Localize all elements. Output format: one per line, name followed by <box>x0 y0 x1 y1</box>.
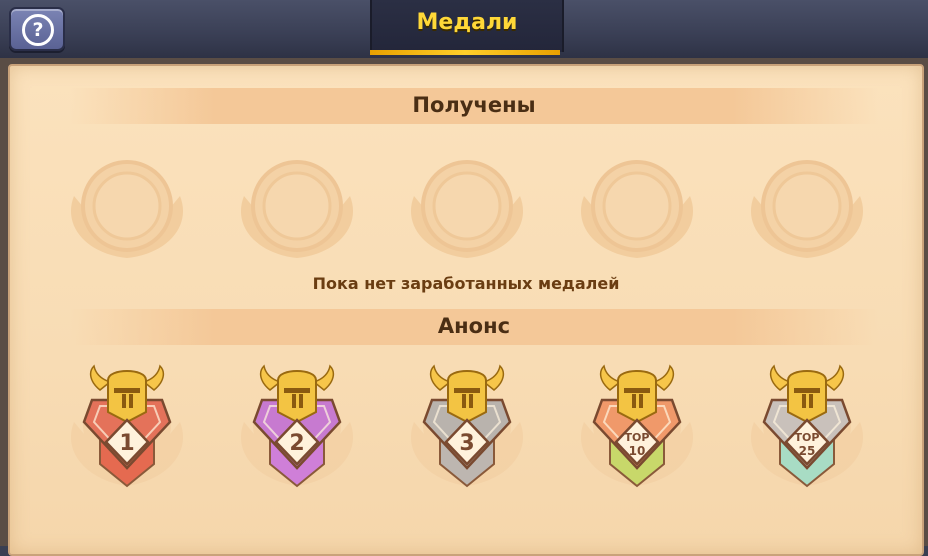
laurel-placeholder-icon <box>410 160 524 258</box>
empty-medal-slot <box>52 136 202 266</box>
tab-active-indicator <box>370 50 560 55</box>
panel-frame: Получены Пока нет заработанных медалей А… <box>0 58 928 556</box>
helmet-medal-icon: 3 <box>410 364 524 488</box>
announce-medal-4[interactable]: TOP 10 <box>562 360 712 490</box>
tab-medals[interactable]: Медали <box>370 0 564 52</box>
medal-rank-label: 3 <box>459 431 474 456</box>
laurel-placeholder-icon <box>580 160 694 258</box>
helmet-medal-icon: TOP25 <box>750 364 864 488</box>
question-icon: ? <box>22 14 54 46</box>
laurel-placeholder-icon <box>750 160 864 258</box>
announce-medal-1[interactable]: 1 <box>52 360 202 490</box>
medal-rank-label: 2 <box>289 431 304 456</box>
laurel-placeholder-icon <box>70 160 184 258</box>
medal-rank-number: 10 <box>629 444 646 458</box>
announce-title: Анонс <box>437 314 511 338</box>
help-button[interactable]: ? <box>9 7 65 51</box>
parchment-panel: Получены Пока нет заработанных медалей А… <box>8 64 924 556</box>
medal-rank-label: TOP <box>625 431 650 444</box>
tab-title: Медали <box>416 10 518 35</box>
empty-medal-slot <box>222 136 372 266</box>
announce-medal-3[interactable]: 3 <box>392 360 542 490</box>
announce-medal-5[interactable]: TOP 25 <box>732 360 882 490</box>
no-medals-message: Пока нет заработанных медалей <box>312 274 620 293</box>
empty-medal-slot <box>392 136 542 266</box>
received-header: Получены <box>70 88 878 124</box>
top-bar: ? Медали <box>0 0 928 61</box>
empty-medal-slot <box>562 136 712 266</box>
medal-rank-label: 1 <box>119 431 134 456</box>
medal-rank-label: TOP <box>795 431 820 444</box>
announce-medal-2[interactable]: 2 <box>222 360 372 490</box>
laurel-placeholder-icon <box>240 160 354 258</box>
empty-medal-slot <box>732 136 882 266</box>
helmet-medal-icon: TOP10 <box>580 364 694 488</box>
helmet-medal-icon: 1 <box>70 364 184 488</box>
helmet-medal-icon: 2 <box>240 364 354 488</box>
announce-header: Анонс <box>70 309 878 345</box>
medal-rank-number: 25 <box>799 444 816 458</box>
received-title: Получены <box>412 93 536 117</box>
